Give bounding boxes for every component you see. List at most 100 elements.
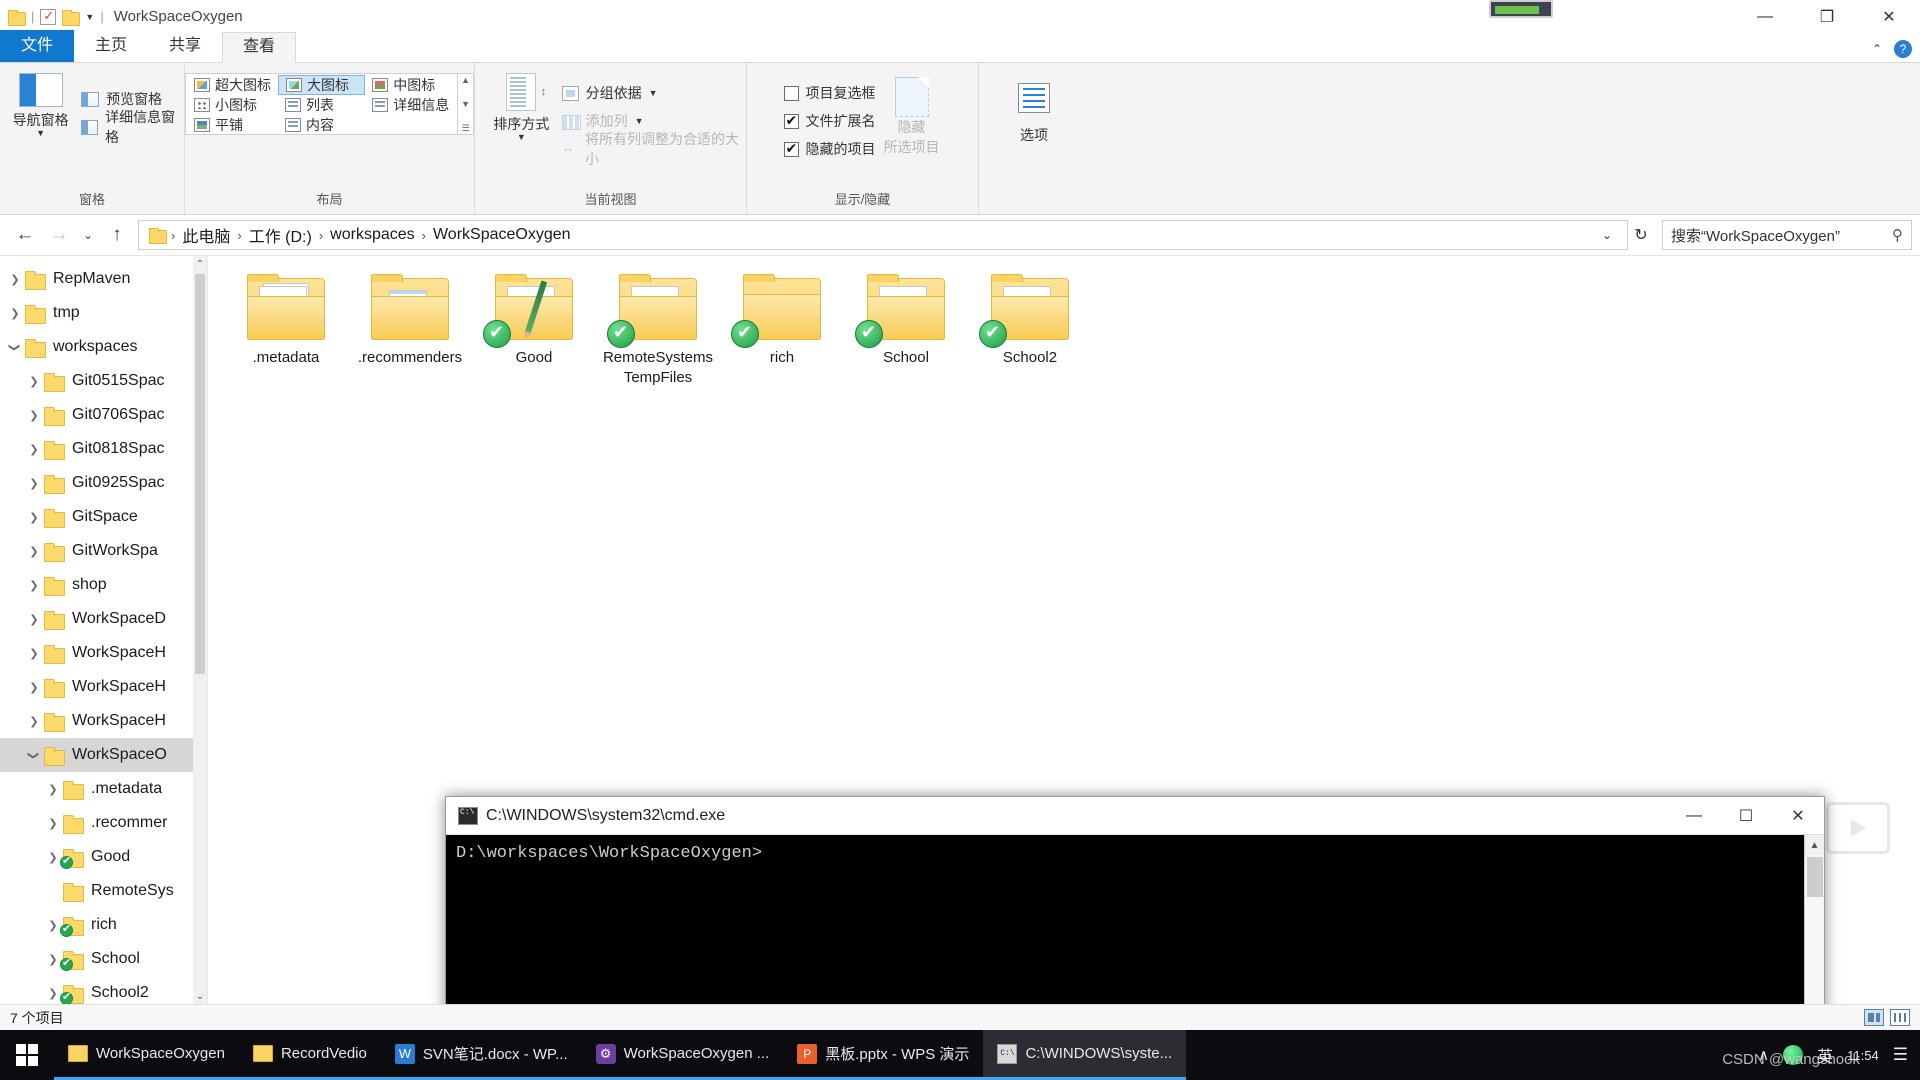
tree-item[interactable]: WorkSpaceH xyxy=(0,704,207,738)
cmd-body[interactable]: D:\workspaces\WorkSpaceOxygen> ▲ ▼ xyxy=(446,835,1824,1004)
taskbar-item[interactable]: W SVN笔记.docx - WP... xyxy=(380,1030,582,1080)
options-button[interactable]: 选项 xyxy=(991,81,1077,145)
sort-by-button[interactable]: ↕ 排序方式 ▼ xyxy=(481,71,562,142)
tree-item[interactable]: RepMaven xyxy=(0,262,207,296)
file-item[interactable]: rich xyxy=(720,266,844,388)
file-item[interactable]: .recommenders xyxy=(348,266,472,388)
navigation-pane-button[interactable]: 导航窗格 ▼ xyxy=(0,71,81,138)
chevron-right-icon[interactable] xyxy=(25,511,43,524)
maximize-button[interactable]: ❐ xyxy=(1796,0,1858,33)
tree-item[interactable]: Git0818Spac xyxy=(0,432,207,466)
chevron-right-icon[interactable] xyxy=(44,817,62,830)
file-item[interactable]: Good xyxy=(472,266,596,388)
tree-item[interactable]: Git0925Spac xyxy=(0,466,207,500)
hidden-items-checkbox[interactable] xyxy=(783,140,799,157)
tab-file[interactable]: 文件 xyxy=(0,30,75,62)
cmd-scroll-up-icon[interactable]: ▲ xyxy=(1805,835,1824,855)
cmd-scroll-thumb[interactable] xyxy=(1807,857,1823,897)
chevron-right-icon[interactable] xyxy=(25,477,43,490)
breadcrumb[interactable]: › 此电脑 › 工作 (D:) › workspaces › WorkSpace… xyxy=(138,220,1628,250)
gallery-expand-icon[interactable]: ☰ xyxy=(462,124,470,133)
file-name-extensions-checkbox[interactable] xyxy=(783,112,799,129)
size-all-columns-button[interactable]: 将所有列调整为合适的大小 xyxy=(562,131,746,167)
hide-selected-items-button[interactable]: 隐藏 所选项目 xyxy=(876,71,948,157)
layout-large-icons[interactable]: 大图标 xyxy=(278,75,366,95)
properties-checkbox-icon[interactable] xyxy=(40,8,57,25)
taskbar-item[interactable]: WorkSpaceOxygen xyxy=(54,1030,239,1080)
group-by-button[interactable]: 分组依据 ▼ xyxy=(561,79,746,107)
chevron-down-icon[interactable]: ▼ xyxy=(36,129,45,138)
tree-item[interactable]: RemoteSys xyxy=(0,874,207,908)
tree-item[interactable]: workspaces xyxy=(0,330,207,364)
tab-view[interactable]: 查看 xyxy=(222,32,297,63)
layout-details[interactable]: 详细信息 xyxy=(365,95,456,115)
file-item[interactable]: School xyxy=(844,266,968,388)
chevron-down-icon[interactable] xyxy=(25,749,43,762)
chevron-right-icon[interactable] xyxy=(25,545,43,558)
chevron-right-icon[interactable] xyxy=(6,307,24,320)
chevron-right-icon[interactable] xyxy=(25,715,43,728)
scroll-down-icon[interactable]: ▼ xyxy=(461,100,470,109)
scroll-down-icon[interactable]: ⌄ xyxy=(193,988,207,1004)
cmd-scroll-track[interactable] xyxy=(1805,855,1824,1004)
minimize-button[interactable]: — xyxy=(1734,0,1796,33)
search-icon[interactable]: ⚲ xyxy=(1892,226,1903,244)
tree-item[interactable]: WorkSpaceO xyxy=(0,738,207,772)
chevron-right-icon[interactable] xyxy=(25,409,43,422)
file-item[interactable]: School2 xyxy=(968,266,1092,388)
tree-item[interactable]: Git0515Spac xyxy=(0,364,207,398)
folder-icon[interactable] xyxy=(8,9,26,26)
details-view-icon[interactable] xyxy=(1890,1009,1910,1026)
layout-list[interactable]: 列表 xyxy=(278,95,365,115)
new-folder-icon[interactable] xyxy=(62,9,81,26)
scroll-up-icon[interactable]: ⌃ xyxy=(193,256,207,272)
tree-item[interactable]: School xyxy=(0,942,207,976)
forward-button[interactable]: → xyxy=(42,220,76,250)
tab-share[interactable]: 共享 xyxy=(148,31,222,62)
layout-medium-icons[interactable]: 中图标 xyxy=(365,75,456,95)
item-checkboxes-option[interactable]: 项目复选框 xyxy=(783,79,876,107)
chevron-down-icon[interactable]: ▼ xyxy=(85,12,94,22)
tree-item[interactable]: .metadata xyxy=(0,772,207,806)
notification-center-icon[interactable]: ☰ xyxy=(1893,1045,1908,1065)
item-checkboxes-checkbox[interactable] xyxy=(783,85,799,101)
breadcrumb-this-pc[interactable]: 此电脑 xyxy=(176,223,236,247)
tree-item[interactable]: tmp xyxy=(0,296,207,330)
chevron-right-icon[interactable] xyxy=(25,443,43,456)
tree-item[interactable]: School2 xyxy=(0,976,207,1004)
layout-gallery-scroll[interactable]: ▲ ▼ ☰ xyxy=(457,74,473,134)
chevron-right-icon[interactable] xyxy=(25,647,43,660)
tree-item[interactable]: rich xyxy=(0,908,207,942)
tree-item[interactable]: shop xyxy=(0,568,207,602)
layout-content[interactable]: 内容 xyxy=(278,115,365,135)
layout-extra-large-icons[interactable]: 超大图标 xyxy=(187,75,278,95)
search-input[interactable]: 搜索“WorkSpaceOxygen” xyxy=(1671,225,1886,246)
breadcrumb-workspaces[interactable]: workspaces xyxy=(324,226,420,244)
taskbar-item[interactable]: ⚙ WorkSpaceOxygen ... xyxy=(581,1030,784,1080)
cmd-scrollbar[interactable]: ▲ ▼ xyxy=(1804,835,1824,1004)
help-icon[interactable]: ? xyxy=(1894,40,1912,58)
taskbar-item[interactable]: C:\ C:\WINDOWS\syste... xyxy=(983,1030,1187,1080)
cmd-minimize-button[interactable]: — xyxy=(1668,797,1720,835)
scrollbar-thumb[interactable] xyxy=(195,274,205,674)
tree-item[interactable]: Good xyxy=(0,840,207,874)
close-button[interactable]: ✕ xyxy=(1858,0,1920,33)
chevron-down-icon[interactable]: ▼ xyxy=(635,116,644,125)
tree-item[interactable]: GitWorkSpa xyxy=(0,534,207,568)
chevron-right-icon[interactable] xyxy=(25,375,43,388)
collapse-ribbon-icon[interactable]: ⌃ xyxy=(1872,42,1882,56)
chevron-down-icon[interactable]: ▼ xyxy=(517,133,526,142)
file-item[interactable]: .metadata xyxy=(224,266,348,388)
details-pane-button[interactable]: 详细信息窗格 xyxy=(81,109,184,145)
chevron-right-icon[interactable] xyxy=(44,783,62,796)
breadcrumb-drive-d[interactable]: 工作 (D:) xyxy=(243,223,318,247)
tree-item[interactable]: WorkSpaceH xyxy=(0,670,207,704)
cmd-output[interactable]: D:\workspaces\WorkSpaceOxygen> xyxy=(446,835,1804,1004)
back-button[interactable]: ← xyxy=(8,220,42,250)
tree-item[interactable]: WorkSpaceH xyxy=(0,636,207,670)
command-prompt-window[interactable]: C:\WINDOWS\system32\cmd.exe — ☐ ✕ D:\wor… xyxy=(445,796,1825,1004)
recent-locations-button[interactable]: ⌄ xyxy=(76,220,100,250)
hidden-items-option[interactable]: 隐藏的项目 xyxy=(783,135,876,163)
tree-item[interactable]: WorkSpaceD xyxy=(0,602,207,636)
file-name-extensions-option[interactable]: 文件扩展名 xyxy=(783,107,876,135)
